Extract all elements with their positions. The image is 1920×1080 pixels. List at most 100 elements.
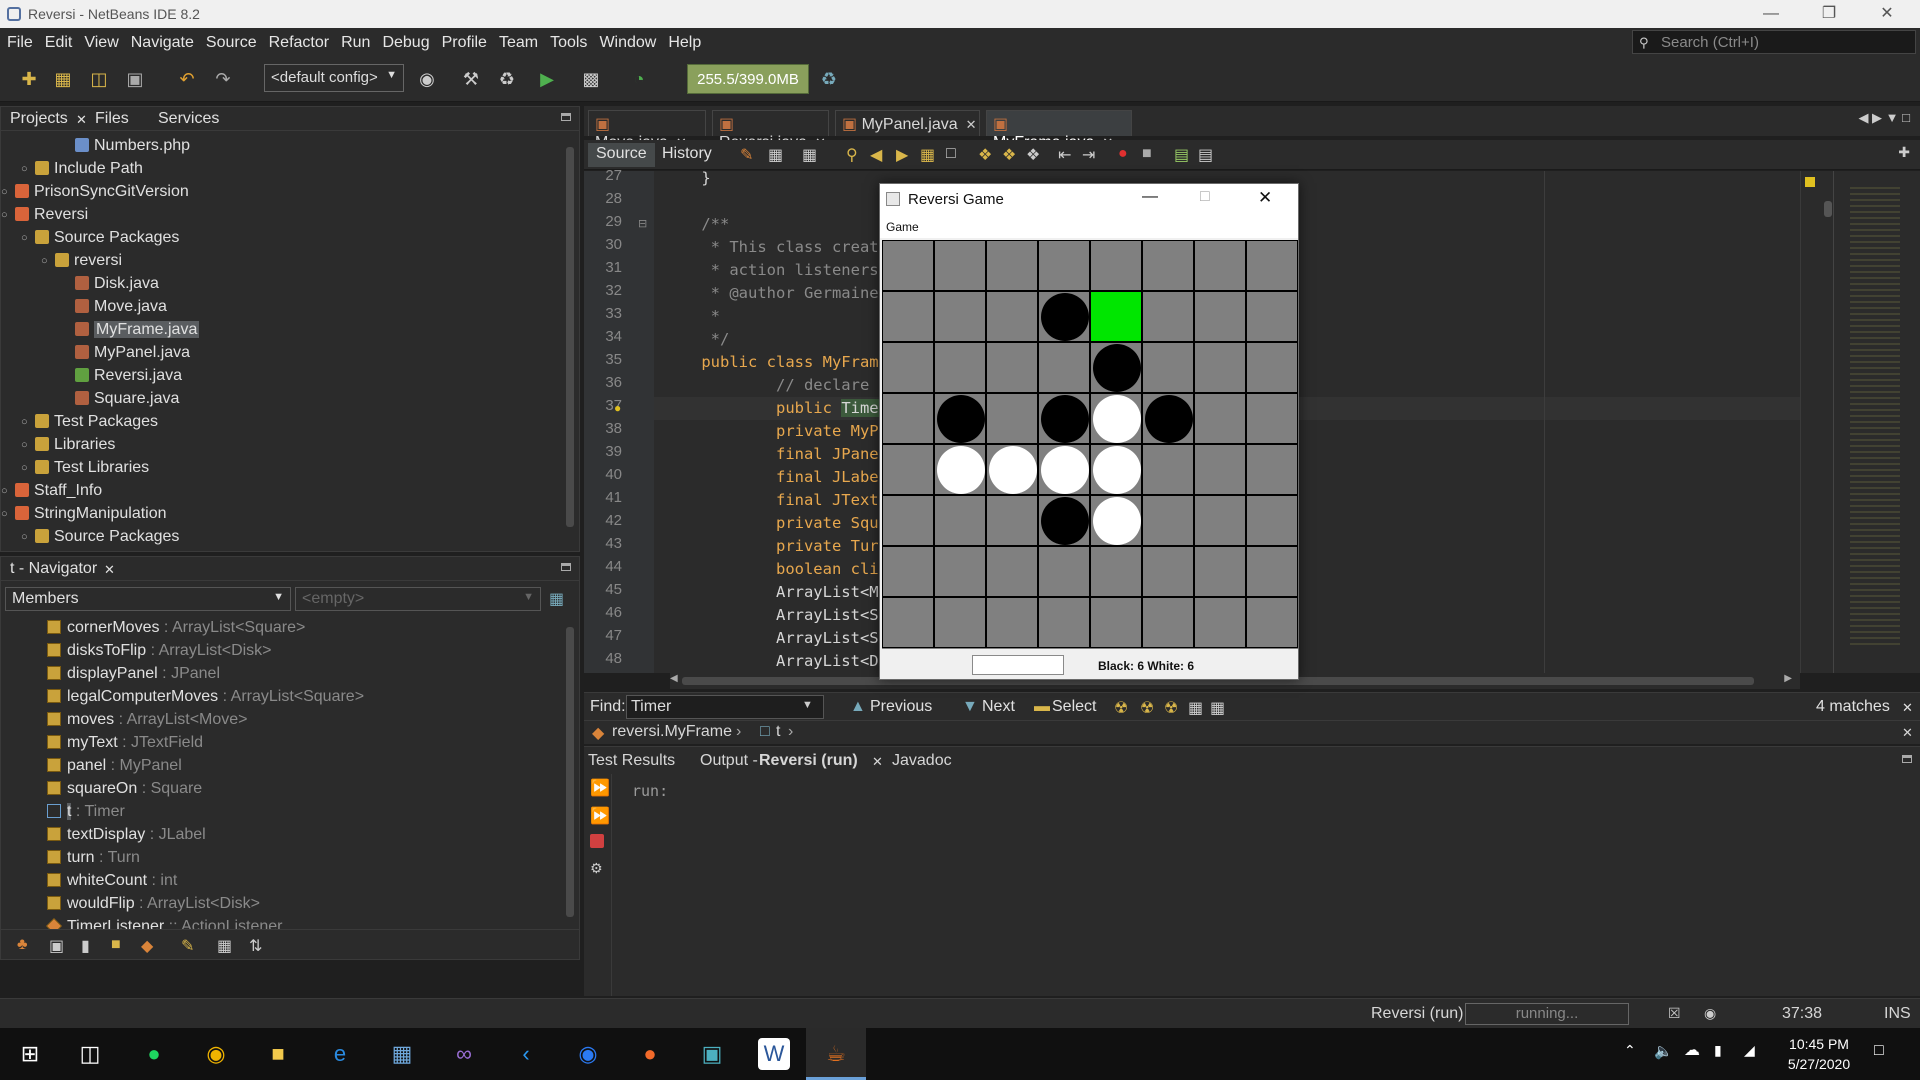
projects-scrollbar[interactable]	[563, 133, 577, 549]
member-item[interactable]: panel : MyPanel	[47, 755, 182, 777]
menu-team[interactable]: Team	[492, 28, 543, 52]
board-square[interactable]	[882, 291, 934, 342]
close-button[interactable]: ✕	[1258, 188, 1272, 208]
tree-item[interactable]: Reversi.java	[75, 365, 182, 387]
expand-toggle-icon[interactable]: ○	[41, 250, 48, 272]
editor-tab[interactable]: ▣ Reversi.java✕	[712, 110, 829, 151]
redo-icon[interactable]: ↷	[210, 66, 236, 92]
find-input[interactable]: Timer	[626, 695, 824, 719]
tree-item[interactable]: ○ Staff_Info	[1, 480, 102, 502]
open-project-icon[interactable]: ◫	[86, 66, 112, 92]
tree-item[interactable]: ○ StringManipulation	[1, 503, 167, 525]
expand-toggle-icon[interactable]: ○	[21, 434, 28, 456]
last-edit-icon[interactable]: ✎	[740, 145, 753, 165]
onedrive-icon[interactable]: ☁	[1684, 1040, 1700, 1060]
tree-item[interactable]: ○ reversi	[41, 250, 122, 272]
menu-profile[interactable]: Profile	[435, 28, 492, 52]
expand-toggle-icon[interactable]: ○	[1, 204, 8, 226]
close-icon[interactable]: ✕	[1902, 725, 1913, 741]
new-file-icon[interactable]: ✚	[16, 66, 42, 92]
find-select-button[interactable]: Select	[1052, 698, 1096, 716]
minimap-scroll[interactable]	[1820, 171, 1920, 673]
memory-indicator[interactable]: 255.5/399.0MB	[687, 64, 809, 94]
toggle-bookmark-icon[interactable]: ❖	[1026, 145, 1040, 165]
tree-item[interactable]: ○ Source Packages	[21, 227, 179, 249]
find-selection-icon[interactable]: ⚲	[846, 145, 858, 165]
clock-time[interactable]: 10:45 PM	[1783, 1036, 1855, 1052]
scroll-left-icon[interactable]: ◀	[670, 673, 678, 684]
shift-right-icon[interactable]: ⇥	[1082, 145, 1095, 165]
board-square[interactable]	[1142, 393, 1194, 444]
sort-source-icon[interactable]: ⇅	[249, 936, 262, 956]
member-item[interactable]: turn : Turn	[47, 847, 140, 869]
virtualbox-icon[interactable]: ▦	[386, 1038, 418, 1070]
menu-help[interactable]: Help	[661, 28, 706, 52]
new-project-icon[interactable]: ▦	[50, 66, 76, 92]
board-square[interactable]	[1246, 393, 1298, 444]
error-stripe[interactable]	[1800, 171, 1820, 673]
expand-toggle-icon[interactable]: ○	[21, 526, 28, 548]
chevron-up-icon[interactable]: ⌃	[1624, 1042, 1636, 1059]
board-square[interactable]	[1194, 393, 1246, 444]
board-square[interactable]	[986, 597, 1038, 648]
board-square[interactable]	[1142, 342, 1194, 393]
tree-item[interactable]: ○ Test Packages	[21, 411, 158, 433]
settings-icon[interactable]: ⚙	[590, 860, 603, 877]
board-square[interactable]	[1038, 240, 1090, 291]
board-square[interactable]	[986, 291, 1038, 342]
member-item[interactable]: whiteCount : int	[47, 870, 177, 892]
members-select[interactable]: Members ▼	[5, 587, 291, 611]
volume-icon[interactable]: 🔈	[1654, 1042, 1673, 1060]
start-windows-icon[interactable]: ⊞	[14, 1038, 46, 1070]
save-all-icon[interactable]: ▣	[122, 66, 148, 92]
match-case-icon[interactable]: ☢	[1114, 698, 1128, 718]
tab-output-reversi[interactable]: Reversi (run)	[759, 752, 858, 770]
tree-item[interactable]: ○ Libraries	[21, 434, 115, 456]
expand-toggle-icon[interactable]: ○	[1, 181, 8, 203]
board-square[interactable]	[1142, 597, 1194, 648]
board-square[interactable]	[986, 495, 1038, 546]
tree-item[interactable]: Numbers.php	[75, 135, 190, 157]
board-square[interactable]	[934, 495, 986, 546]
board-square[interactable]	[1142, 546, 1194, 597]
minimize-button[interactable]: —	[1142, 188, 1158, 206]
close-button[interactable]: ✕	[1858, 0, 1916, 28]
board-square[interactable]	[1194, 240, 1246, 291]
menu-window[interactable]: Window	[592, 28, 661, 52]
message-field[interactable]	[972, 655, 1064, 675]
chevron-down-icon[interactable]: ▼	[802, 699, 813, 711]
menu-view[interactable]: View	[77, 28, 123, 52]
rect-select-icon[interactable]: □	[946, 145, 956, 163]
hint-bulb-icon[interactable]: ●	[614, 401, 621, 415]
java-app-taskbar-button[interactable]: ☕	[806, 1028, 866, 1080]
member-item[interactable]: cornerMoves : ArrayList<Square>	[47, 617, 305, 639]
board-square[interactable]	[1194, 291, 1246, 342]
board-square[interactable]	[882, 240, 934, 291]
board-square[interactable]	[1246, 291, 1298, 342]
board-square[interactable]	[1090, 393, 1142, 444]
run-icon[interactable]: ▶	[534, 66, 560, 92]
cancel-task-icon[interactable]: ☒	[1668, 1005, 1681, 1022]
empty-select[interactable]: <empty> ▼	[295, 587, 541, 611]
board-square[interactable]	[986, 240, 1038, 291]
tab-output-prefix[interactable]: Output -	[700, 752, 758, 770]
find-previous-button[interactable]: Previous	[870, 698, 932, 716]
stop-icon[interactable]	[590, 834, 604, 848]
tree-item[interactable]: ○ Reversi	[1, 204, 88, 226]
board-square[interactable]	[882, 495, 934, 546]
debug-icon[interactable]: ▩	[578, 66, 604, 92]
tree-item[interactable]: MyFrame.java	[75, 319, 200, 341]
member-item[interactable]: t : Timer	[47, 801, 125, 823]
regex-icon[interactable]: ☢	[1164, 698, 1178, 718]
tab-navigator[interactable]: t - Navigator	[10, 560, 97, 578]
wrap-around-icon[interactable]: ▦	[1210, 698, 1225, 718]
member-item[interactable]: squareOn : Square	[47, 778, 202, 800]
board-square[interactable]	[1038, 342, 1090, 393]
tree-item[interactable]: ○ PrisonSyncGitVersion	[1, 181, 189, 203]
fields-icon[interactable]: ▣	[49, 936, 64, 956]
static-icon[interactable]: ▮	[81, 936, 90, 956]
menu-source[interactable]: Source	[199, 28, 262, 52]
whole-words-icon[interactable]: ☢	[1140, 698, 1154, 718]
board-square[interactable]	[934, 546, 986, 597]
prev-bookmark-icon[interactable]: ❖	[978, 145, 992, 165]
